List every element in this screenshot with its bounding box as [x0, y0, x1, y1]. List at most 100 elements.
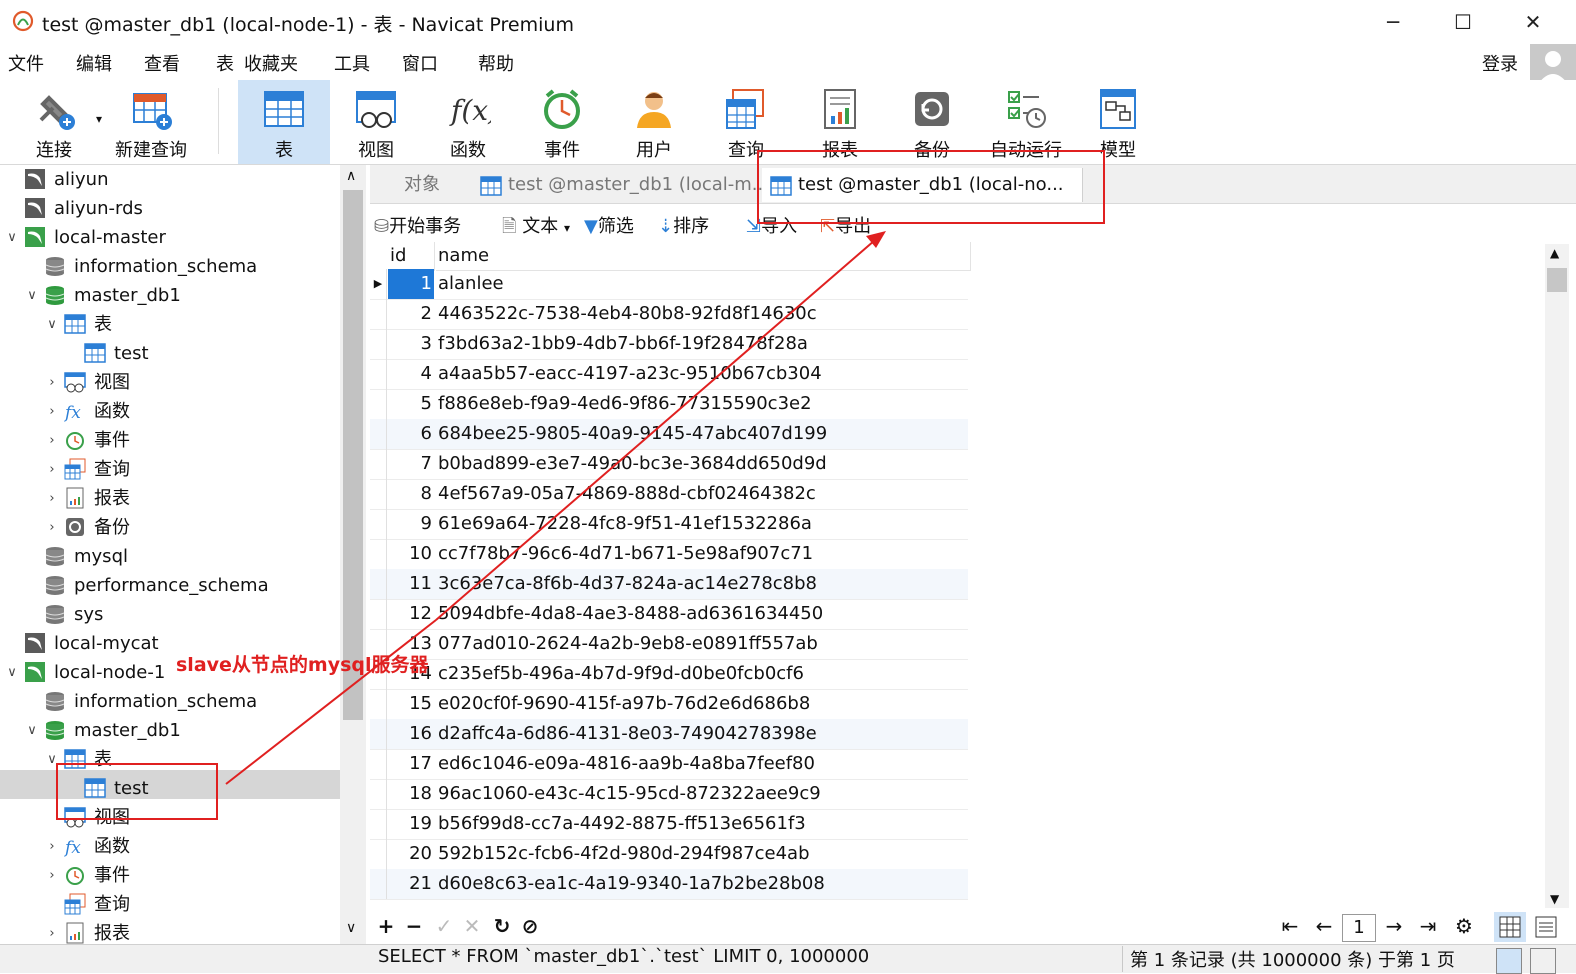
tree-item[interactable]: performance_schema — [0, 571, 340, 600]
row-marker[interactable] — [370, 719, 387, 749]
cell-id[interactable]: 2 — [388, 299, 434, 329]
row-marker[interactable] — [370, 449, 387, 479]
form-view-button[interactable] — [1530, 912, 1562, 942]
table-row[interactable]: 4 a4aa5b57-eacc-4197-a23c-9510b67cb304 — [370, 359, 968, 390]
table-row[interactable]: 16 d2affc4a-6d86-4131-8e03-74904278398e — [370, 719, 968, 750]
refresh-button[interactable]: ↻ — [488, 914, 516, 938]
settings-gear-icon[interactable]: ⚙ — [1450, 914, 1478, 938]
cell-name[interactable]: d60e8c63-ea1c-4a19-9340-1a7b2be28b08 — [438, 869, 825, 899]
table-row[interactable]: 6 684bee25-9805-40a9-9145-47abc407d199 — [370, 419, 968, 450]
menu-view[interactable]: 查看 — [144, 50, 180, 76]
scroll-down-icon[interactable]: ∨ — [346, 920, 356, 936]
text-button[interactable]: 🗎 文本 ▾ — [502, 212, 570, 244]
row-marker[interactable] — [370, 299, 387, 329]
row-marker[interactable] — [370, 509, 387, 539]
row-marker[interactable] — [370, 749, 387, 779]
maximize-button[interactable]: ☐ — [1428, 0, 1498, 44]
page-number-input[interactable]: 1 — [1342, 914, 1376, 942]
cell-name[interactable]: 5094dbfe-4da8-4ae3-8488-ad6361634450 — [438, 599, 823, 629]
chevron-down-icon[interactable]: ∨ — [44, 310, 60, 339]
discard-changes-button[interactable]: ✕ — [458, 914, 486, 938]
table-row[interactable]: 18 96ac1060-e43c-4c15-95cd-872322aee9c9 — [370, 779, 968, 810]
cell-id[interactable]: 21 — [388, 869, 434, 899]
cell-id[interactable]: 10 — [388, 539, 434, 569]
chevron-down-icon[interactable]: ∨ — [24, 281, 40, 310]
cell-name[interactable]: f886e8eb-f9a9-4ed6-9f86-77315590c3e2 — [438, 389, 812, 419]
panel-toggle-button[interactable] — [1496, 948, 1522, 974]
row-marker[interactable] — [370, 359, 387, 389]
cell-id[interactable]: 16 — [388, 719, 434, 749]
cell-id[interactable]: 3 — [388, 329, 434, 359]
tree-item[interactable]: ∨ local-master — [0, 223, 340, 252]
first-page-button[interactable]: ⇤ — [1276, 914, 1304, 938]
tab-test-local-node[interactable]: test @master_db1 (local-no... — [762, 168, 1083, 202]
row-marker[interactable] — [370, 869, 387, 899]
cell-id[interactable]: 1 — [388, 269, 434, 299]
table-row[interactable]: 12 5094dbfe-4da8-4ae3-8488-ad6361634450 — [370, 599, 968, 630]
table-row[interactable]: 2 4463522c-7538-4eb4-80b8-92fd8f14630c — [370, 299, 968, 330]
chevron-down-icon[interactable]: ∨ — [4, 658, 20, 687]
cell-name[interactable]: 684bee25-9805-40a9-9145-47abc407d199 — [438, 419, 827, 449]
cell-id[interactable]: 15 — [388, 689, 434, 719]
tree-item[interactable]: mysql — [0, 542, 340, 571]
cell-name[interactable]: 96ac1060-e43c-4c15-95cd-872322aee9c9 — [438, 779, 821, 809]
toolbar-report-button[interactable]: 报表 — [794, 80, 886, 164]
cell-name[interactable]: 592b152c-fcb6-4f2d-980d-294f987ce4ab — [438, 839, 810, 869]
tree-item[interactable]: test — [0, 339, 340, 368]
row-marker[interactable] — [370, 539, 387, 569]
begin-transaction-button[interactable]: ⛁开始事务 — [374, 212, 461, 238]
table-row[interactable]: 9 61e69a64-7228-4fc8-9f51-41ef1532286a — [370, 509, 968, 540]
current-row-marker-icon[interactable]: ▶ — [370, 269, 387, 299]
cell-id[interactable]: 17 — [388, 749, 434, 779]
cell-name[interactable]: ed6c1046-e09a-4816-aa9b-4a8ba7feef80 — [438, 749, 815, 779]
column-header-name[interactable]: name — [436, 242, 971, 271]
menu-file[interactable]: 文件 — [8, 50, 44, 76]
menu-tools[interactable]: 工具 — [334, 50, 370, 76]
cell-id[interactable]: 18 — [388, 779, 434, 809]
cell-name[interactable]: 077ad010-2624-4a2b-9eb8-e0891ff557ab — [438, 629, 818, 659]
avatar[interactable] — [1530, 44, 1576, 84]
add-record-button[interactable]: + — [372, 914, 400, 938]
table-row[interactable]: 7 b0bad899-e3e7-49a0-bc3e-3684dd650d9d — [370, 449, 968, 480]
cell-id[interactable]: 20 — [388, 839, 434, 869]
cell-name[interactable]: cc7f78b7-96c6-4d71-b671-5e98af907c71 — [438, 539, 813, 569]
cell-id[interactable]: 6 — [388, 419, 434, 449]
tree-item[interactable]: › 查询 — [0, 455, 340, 484]
chevron-down-icon[interactable]: ∨ — [4, 223, 20, 252]
table-row[interactable]: 13 077ad010-2624-4a2b-9eb8-e0891ff557ab — [370, 629, 968, 660]
menu-help[interactable]: 帮助 — [478, 50, 514, 76]
grid-view-button[interactable] — [1494, 912, 1526, 942]
chevron-right-icon[interactable]: › — [44, 832, 60, 861]
toolbar-model-button[interactable]: 模型 — [1072, 80, 1164, 164]
chevron-right-icon[interactable]: › — [44, 484, 60, 513]
cell-id[interactable]: 19 — [388, 809, 434, 839]
cell-id[interactable]: 11 — [388, 569, 434, 599]
cell-name[interactable]: 61e69a64-7228-4fc8-9f51-41ef1532286a — [438, 509, 812, 539]
row-marker[interactable] — [370, 599, 387, 629]
minimize-button[interactable]: ─ — [1358, 0, 1428, 44]
tree-item[interactable]: › 事件 — [0, 426, 340, 455]
chevron-right-icon[interactable]: › — [44, 397, 60, 426]
cell-id[interactable]: 12 — [388, 599, 434, 629]
grid-scroll-up-icon[interactable]: ▲ — [1550, 246, 1559, 260]
stop-button[interactable]: ⊘ — [516, 914, 544, 938]
table-row[interactable]: 10 cc7f78b7-96c6-4d71-b671-5e98af907c71 — [370, 539, 968, 570]
cell-name[interactable]: 3c63e7ca-8f6b-4d37-824a-ac14e278c8b8 — [438, 569, 817, 599]
column-header-id[interactable]: id — [388, 242, 435, 271]
grid-scrollbar-thumb[interactable] — [1547, 268, 1567, 292]
tree-item[interactable]: 视图 — [0, 803, 340, 832]
sort-button[interactable]: ⇣排序 — [658, 212, 709, 238]
cell-name[interactable]: b0bad899-e3e7-49a0-bc3e-3684dd650d9d — [438, 449, 827, 479]
toolbar-new-query-button[interactable]: 新建查询 — [104, 80, 198, 164]
tree-item[interactable]: sys — [0, 600, 340, 629]
tree-item[interactable]: information_schema — [0, 252, 340, 281]
cell-id[interactable]: 8 — [388, 479, 434, 509]
tree-item[interactable]: ∨ 表 — [0, 745, 340, 774]
row-marker[interactable] — [370, 419, 387, 449]
cell-id[interactable]: 7 — [388, 449, 434, 479]
panel-toggle-button-2[interactable] — [1530, 948, 1556, 974]
toolbar-autorun-button[interactable]: 自动运行 — [978, 80, 1074, 164]
tree-item[interactable]: › fx 函数 — [0, 397, 340, 426]
table-row[interactable]: 15 e020cf0f-9690-415f-a97b-76d2e6d686b8 — [370, 689, 968, 720]
tree-item[interactable]: › 事件 — [0, 861, 340, 890]
